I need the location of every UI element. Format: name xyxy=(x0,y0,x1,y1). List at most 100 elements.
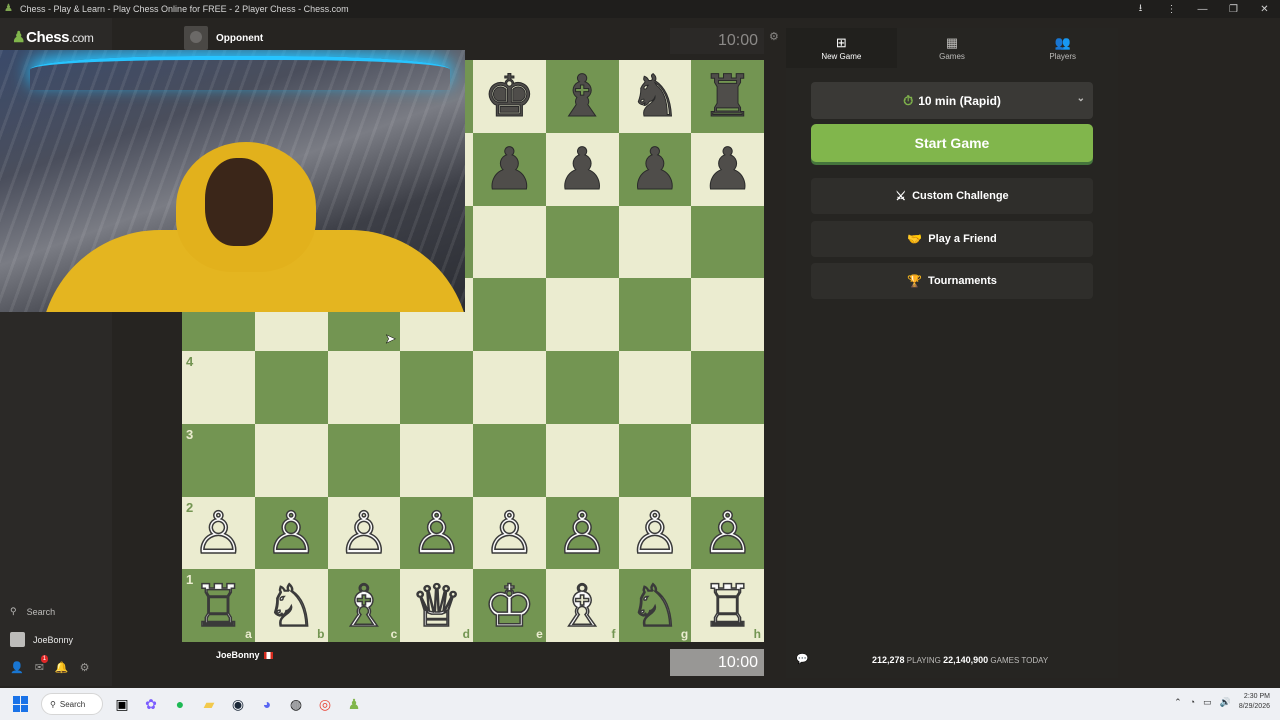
tab-games[interactable]: ▦ Games xyxy=(897,28,1008,68)
obs-icon[interactable]: ◍ xyxy=(287,696,305,713)
spotify-icon[interactable]: ● xyxy=(171,696,189,713)
board-square[interactable]: ♜ xyxy=(691,60,764,133)
board-square[interactable]: ♙ xyxy=(618,496,692,570)
white-rook-piece[interactable]: ♖ xyxy=(701,576,755,636)
board-square[interactable]: ♙ xyxy=(254,496,328,570)
restore-button[interactable]: ❐ xyxy=(1218,4,1249,15)
board-square[interactable] xyxy=(473,423,546,497)
board-square[interactable]: ♟ xyxy=(545,132,619,206)
white-bishop-piece[interactable]: ♗ xyxy=(337,576,391,636)
board-square[interactable]: ♙ xyxy=(545,496,619,570)
white-pawn-piece[interactable]: ♙ xyxy=(410,503,464,563)
board-square[interactable] xyxy=(545,351,619,424)
minimize-button[interactable]: — xyxy=(1187,4,1218,15)
board-square[interactable] xyxy=(691,423,764,497)
board-square[interactable] xyxy=(400,423,473,497)
board-square[interactable]: ♙ xyxy=(400,496,473,570)
board-square[interactable]: ♖ h xyxy=(691,569,764,642)
tab-players[interactable]: 👥 Players xyxy=(1007,28,1118,68)
black-bishop-piece[interactable]: ♝ xyxy=(556,67,609,126)
board-square[interactable]: ♚ xyxy=(473,60,546,133)
network-icon[interactable]: ◔ xyxy=(1190,697,1195,707)
board-square[interactable] xyxy=(254,351,328,424)
black-pawn-piece[interactable]: ♟ xyxy=(483,140,536,199)
play-a-friend-button[interactable]: 🤝 Play a Friend xyxy=(811,221,1093,257)
chat-icon[interactable]: 💬 xyxy=(796,654,808,665)
white-pawn-piece[interactable]: ♙ xyxy=(192,503,246,563)
board-square[interactable]: 3 xyxy=(182,423,255,497)
sidebar-user[interactable]: JoeBonny xyxy=(10,632,73,647)
black-pawn-piece[interactable]: ♟ xyxy=(556,140,609,199)
white-pawn-piece[interactable]: ♙ xyxy=(555,503,609,563)
board-square[interactable]: ♞ xyxy=(618,60,692,133)
board-square[interactable] xyxy=(618,278,692,351)
white-pawn-piece[interactable]: ♙ xyxy=(483,503,537,563)
board-square[interactable] xyxy=(618,205,692,279)
white-pawn-piece[interactable]: ♙ xyxy=(701,503,755,563)
board-square[interactable] xyxy=(473,205,546,279)
board-square[interactable] xyxy=(400,351,473,424)
board-square[interactable] xyxy=(545,205,619,279)
board-square[interactable]: ♗ c xyxy=(327,569,401,642)
black-knight-piece[interactable]: ♞ xyxy=(628,67,681,126)
board-square[interactable] xyxy=(691,278,764,351)
sidebar-search[interactable]: ⚲ Search xyxy=(10,606,55,617)
more-menu-icon[interactable]: ⋮ xyxy=(1156,4,1187,15)
messages-icon[interactable]: ✉ 1 xyxy=(35,655,49,674)
board-square[interactable]: ♔ e xyxy=(473,569,546,642)
bell-icon[interactable]: 🔔 xyxy=(55,661,69,674)
white-rook-piece[interactable]: ♖ xyxy=(192,576,246,636)
board-square[interactable] xyxy=(327,423,401,497)
board-square[interactable] xyxy=(473,278,546,351)
taskbar-search[interactable]: ⚲ Search xyxy=(41,693,103,715)
white-queen-piece[interactable]: ♕ xyxy=(410,576,464,636)
extensions-icon[interactable]: ⭳ xyxy=(1125,1,1156,18)
white-pawn-piece[interactable]: ♙ xyxy=(337,503,391,563)
tournaments-button[interactable]: 🏆 Tournaments xyxy=(811,263,1093,299)
display-icon[interactable]: ▭ xyxy=(1203,697,1212,708)
white-pawn-piece[interactable]: ♙ xyxy=(628,503,682,563)
board-square[interactable]: ♘ g xyxy=(618,569,692,642)
board-square[interactable]: ♘ b xyxy=(254,569,328,642)
board-square[interactable]: ♖ 1 a xyxy=(182,569,255,642)
board-square[interactable]: ♟ xyxy=(691,132,764,206)
black-rook-piece[interactable]: ♜ xyxy=(701,67,754,126)
board-square[interactable]: ♝ xyxy=(545,60,619,133)
chevron-up-icon[interactable]: ⌃ xyxy=(1174,697,1182,708)
friends-icon[interactable]: 👤 xyxy=(10,661,24,674)
board-square[interactable] xyxy=(691,351,764,424)
volume-icon[interactable]: 🔊 xyxy=(1220,697,1231,708)
board-square[interactable]: 4 xyxy=(182,351,255,424)
board-square[interactable] xyxy=(618,351,692,424)
tab-new-game[interactable]: ⊞ New Game xyxy=(786,28,897,68)
board-square[interactable] xyxy=(618,423,692,497)
board-square[interactable]: ♙ xyxy=(473,496,546,570)
black-pawn-piece[interactable]: ♟ xyxy=(628,140,681,199)
custom-challenge-button[interactable]: ⚔ Custom Challenge xyxy=(811,178,1093,214)
board-square[interactable]: ♟ xyxy=(618,132,692,206)
steam-icon[interactable]: ◉ xyxy=(229,696,247,713)
board-square[interactable] xyxy=(327,351,401,424)
board-square[interactable]: ♟ xyxy=(473,132,546,206)
board-square[interactable] xyxy=(691,205,764,279)
white-bishop-piece[interactable]: ♗ xyxy=(555,576,609,636)
board-square[interactable]: ♗ f xyxy=(545,569,619,642)
board-square[interactable] xyxy=(473,351,546,424)
chesscom-app-icon[interactable]: ♟ xyxy=(345,696,363,713)
chrome-icon[interactable]: ◎ xyxy=(316,696,334,713)
board-square[interactable] xyxy=(545,278,619,351)
board-square[interactable]: ♙ 2 xyxy=(182,496,255,570)
copilot-icon[interactable]: ✿ xyxy=(142,696,160,713)
white-knight-piece[interactable]: ♘ xyxy=(264,576,318,636)
chesscom-logo[interactable]: ♟Chess.com xyxy=(12,28,94,46)
black-pawn-piece[interactable]: ♟ xyxy=(701,140,754,199)
time-control-select[interactable]: ⏱ 10 min (Rapid) ⌄ xyxy=(811,82,1093,119)
white-king-piece[interactable]: ♔ xyxy=(483,576,537,636)
board-square[interactable]: ♙ xyxy=(327,496,401,570)
start-game-button[interactable]: Start Game xyxy=(811,124,1093,162)
discord-icon[interactable]: ◕ xyxy=(258,696,276,713)
board-settings-icon[interactable]: ⚙ xyxy=(769,30,779,43)
board-square[interactable]: ♙ xyxy=(691,496,764,570)
white-knight-piece[interactable]: ♘ xyxy=(628,576,682,636)
file-explorer-icon[interactable]: ▰ xyxy=(200,696,218,713)
